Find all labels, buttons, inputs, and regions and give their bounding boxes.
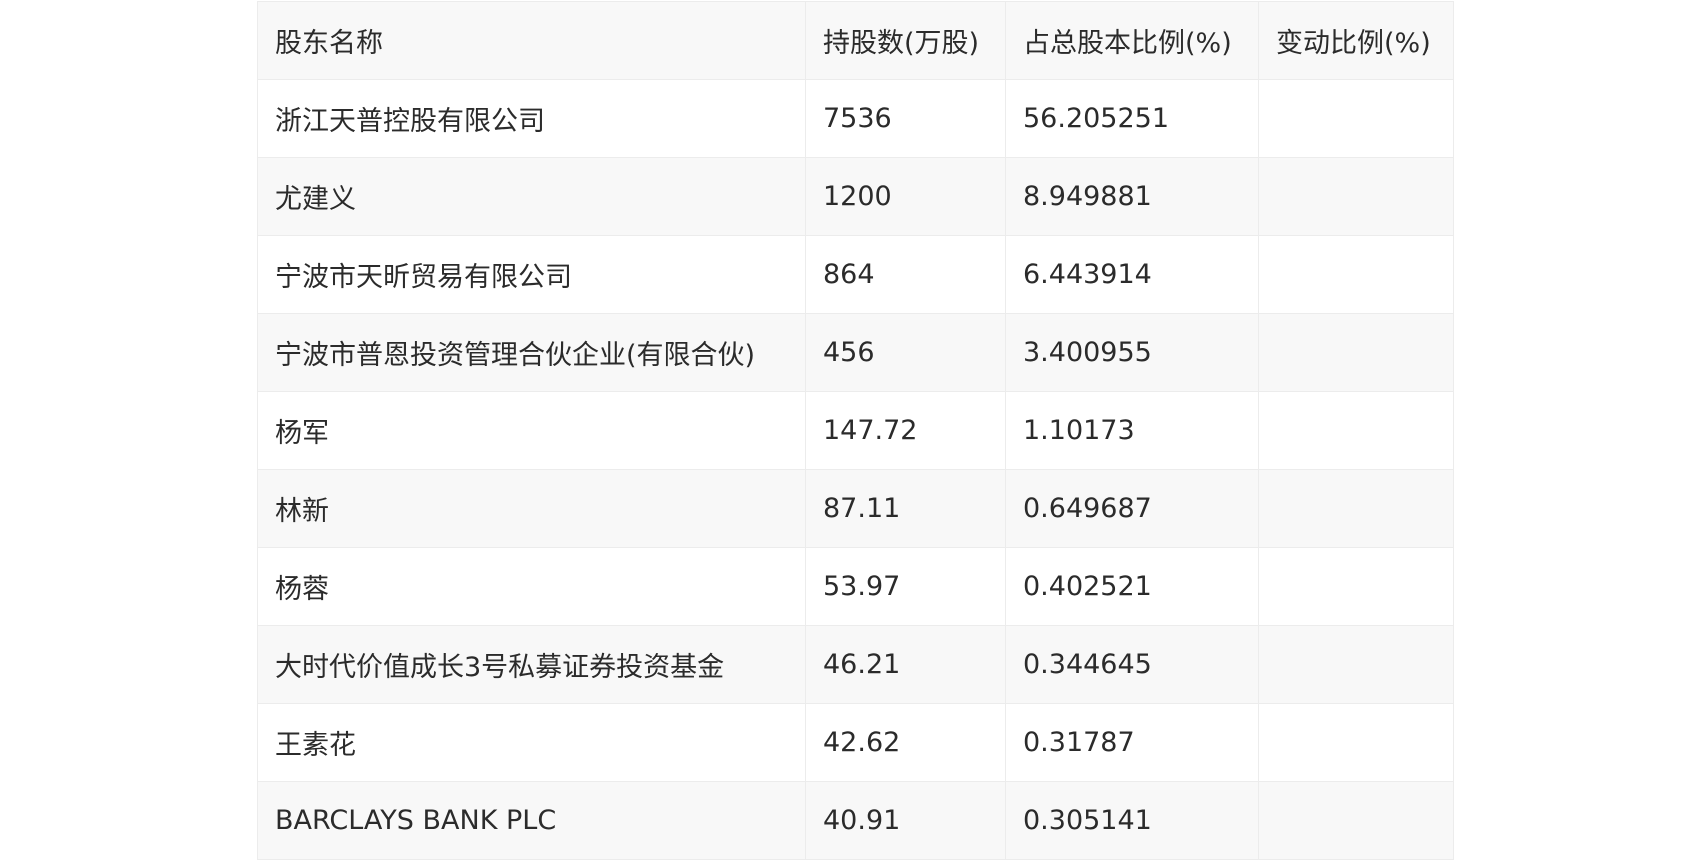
cell-shares: 87.11 (805, 469, 1006, 548)
cell-ratio: 0.305141 (1005, 781, 1259, 860)
cell-change (1258, 157, 1454, 236)
cell-shares: 456 (805, 313, 1006, 392)
table-row: 宁波市普恩投资管理合伙企业(有限合伙) 456 3.400955 (257, 313, 1454, 392)
cell-ratio: 0.31787 (1005, 703, 1259, 782)
header-change: 变动比例(%) (1258, 1, 1454, 80)
cell-shareholder-name: BARCLAYS BANK PLC (257, 781, 806, 860)
header-ratio: 占总股本比例(%) (1005, 1, 1259, 80)
cell-change (1258, 547, 1454, 626)
cell-shares: 53.97 (805, 547, 1006, 626)
cell-ratio: 0.649687 (1005, 469, 1259, 548)
cell-shares: 864 (805, 235, 1006, 314)
cell-shares: 46.21 (805, 625, 1006, 704)
cell-shareholder-name: 杨军 (257, 391, 806, 470)
cell-shareholder-name: 杨蓉 (257, 547, 806, 626)
cell-ratio: 3.400955 (1005, 313, 1259, 392)
table-row: BARCLAYS BANK PLC 40.91 0.305141 (257, 781, 1454, 860)
cell-change (1258, 313, 1454, 392)
cell-shareholder-name: 林新 (257, 469, 806, 548)
shareholders-table: 股东名称 持股数(万股) 占总股本比例(%) 变动比例(%) 浙江天普控股有限公… (257, 1, 1454, 860)
cell-change (1258, 79, 1454, 158)
table-row: 大时代价值成长3号私募证券投资基金 46.21 0.344645 (257, 625, 1454, 704)
table-row: 浙江天普控股有限公司 7536 56.205251 (257, 79, 1454, 158)
cell-shares: 1200 (805, 157, 1006, 236)
shareholders-table-container: 股东名称 持股数(万股) 占总股本比例(%) 变动比例(%) 浙江天普控股有限公… (257, 1, 1454, 860)
cell-change (1258, 781, 1454, 860)
cell-change (1258, 469, 1454, 548)
cell-shareholder-name: 王素花 (257, 703, 806, 782)
table-header: 股东名称 持股数(万股) 占总股本比例(%) 变动比例(%) (257, 1, 1454, 80)
cell-ratio: 1.10173 (1005, 391, 1259, 470)
table-row: 宁波市天昕贸易有限公司 864 6.443914 (257, 235, 1454, 314)
cell-shareholder-name: 大时代价值成长3号私募证券投资基金 (257, 625, 806, 704)
cell-change (1258, 235, 1454, 314)
header-shareholder-name: 股东名称 (257, 1, 806, 80)
header-row: 股东名称 持股数(万股) 占总股本比例(%) 变动比例(%) (257, 1, 1454, 80)
cell-shares: 42.62 (805, 703, 1006, 782)
cell-ratio: 8.949881 (1005, 157, 1259, 236)
table-row: 林新 87.11 0.649687 (257, 469, 1454, 548)
cell-change (1258, 625, 1454, 704)
table-row: 尤建义 1200 8.949881 (257, 157, 1454, 236)
cell-shares: 147.72 (805, 391, 1006, 470)
header-shares: 持股数(万股) (805, 1, 1006, 80)
cell-shares: 7536 (805, 79, 1006, 158)
cell-change (1258, 391, 1454, 470)
cell-ratio: 6.443914 (1005, 235, 1259, 314)
table-row: 杨蓉 53.97 0.402521 (257, 547, 1454, 626)
cell-change (1258, 703, 1454, 782)
cell-ratio: 56.205251 (1005, 79, 1259, 158)
cell-shareholder-name: 尤建义 (257, 157, 806, 236)
cell-shareholder-name: 宁波市天昕贸易有限公司 (257, 235, 806, 314)
table-body: 浙江天普控股有限公司 7536 56.205251 尤建义 1200 8.949… (257, 79, 1454, 860)
cell-shareholder-name: 宁波市普恩投资管理合伙企业(有限合伙) (257, 313, 806, 392)
cell-shares: 40.91 (805, 781, 1006, 860)
table-row: 杨军 147.72 1.10173 (257, 391, 1454, 470)
cell-shareholder-name: 浙江天普控股有限公司 (257, 79, 806, 158)
cell-ratio: 0.344645 (1005, 625, 1259, 704)
cell-ratio: 0.402521 (1005, 547, 1259, 626)
table-row: 王素花 42.62 0.31787 (257, 703, 1454, 782)
